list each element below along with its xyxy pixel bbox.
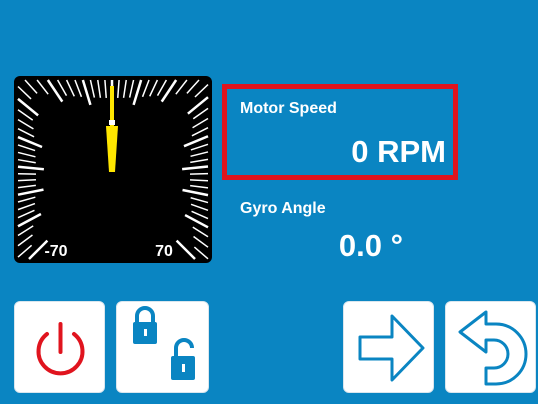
motor-speed-label: Motor Speed (240, 100, 337, 117)
gauge-tick (17, 165, 44, 171)
gauge-tick (128, 79, 135, 98)
gauge-tick (191, 127, 209, 137)
gauge-tick (122, 79, 127, 98)
gauge-tick (17, 184, 36, 189)
power-icon (36, 322, 85, 376)
gauge-tick (17, 196, 36, 203)
gauge-tick (156, 79, 168, 97)
gauge-tick (24, 79, 38, 94)
power-button[interactable] (14, 301, 105, 393)
gauge-tick (81, 79, 92, 106)
gauge-tick (97, 79, 102, 98)
gauge-tick (182, 188, 209, 197)
forward-button[interactable] (343, 301, 434, 393)
gauge-tick (17, 119, 34, 130)
gauge-tick (149, 79, 159, 97)
back-button[interactable] (445, 301, 536, 393)
gauge-tick (141, 79, 150, 98)
gauge-tick (190, 197, 209, 204)
gauge-tick (65, 79, 75, 97)
gauge-needle (106, 86, 118, 172)
gauge-tick (17, 158, 36, 164)
arrow-right-icon (358, 314, 425, 382)
gauge-tick (192, 226, 209, 238)
gauge-tick (193, 246, 209, 260)
gauge-tick (190, 151, 209, 158)
gauge-tick (190, 143, 209, 151)
gauge-tick (117, 79, 120, 99)
gauge-tick (56, 79, 68, 97)
gauge-tick (194, 84, 209, 98)
gauge-tick (189, 179, 209, 182)
lock-unlock-icon (133, 306, 195, 380)
gauge-tick (190, 203, 209, 212)
gauge-min-label: -70 (44, 243, 67, 260)
gauge-tick (17, 85, 32, 100)
gauge-tick (193, 235, 209, 248)
gauge-tick (17, 225, 34, 237)
gauge-tick (192, 107, 209, 120)
gauge-tick (17, 244, 33, 258)
gauge-tick (36, 79, 49, 95)
gauge-tick (182, 165, 209, 171)
gauge-tick (17, 109, 34, 121)
gauge-tick (186, 79, 200, 94)
gauge-tick (17, 151, 36, 158)
gauge-tick (17, 209, 35, 219)
gauge-tick (191, 210, 209, 220)
gauge-tick (190, 184, 209, 189)
gauge-tick (132, 79, 143, 106)
gauge-tick (17, 234, 33, 247)
gauge-tick (17, 128, 35, 138)
motor-speed-value: 0 RPM (351, 134, 446, 169)
gauge-tick (17, 178, 37, 182)
gauge-tick (74, 79, 83, 98)
gauge-tick (175, 239, 196, 260)
gauge-tick (17, 188, 44, 196)
gauge-max-label: 70 (155, 243, 173, 260)
gauge-tick (89, 79, 96, 98)
gauge-tick (17, 97, 39, 117)
gyro-angle-value: 0.0 ° (338, 228, 403, 263)
gauge-tick (192, 117, 209, 129)
gyro-angle-label: Gyro Angle (240, 200, 326, 217)
lock-toggle-button[interactable] (116, 301, 209, 393)
speed-gauge: -70 70 (14, 76, 212, 263)
gauge-tick (190, 158, 209, 164)
gauge-tick (17, 202, 36, 211)
undo-icon (458, 310, 528, 386)
gauge-tick (175, 79, 188, 95)
gauge-tick (104, 79, 107, 99)
gauge-tick (17, 144, 36, 152)
